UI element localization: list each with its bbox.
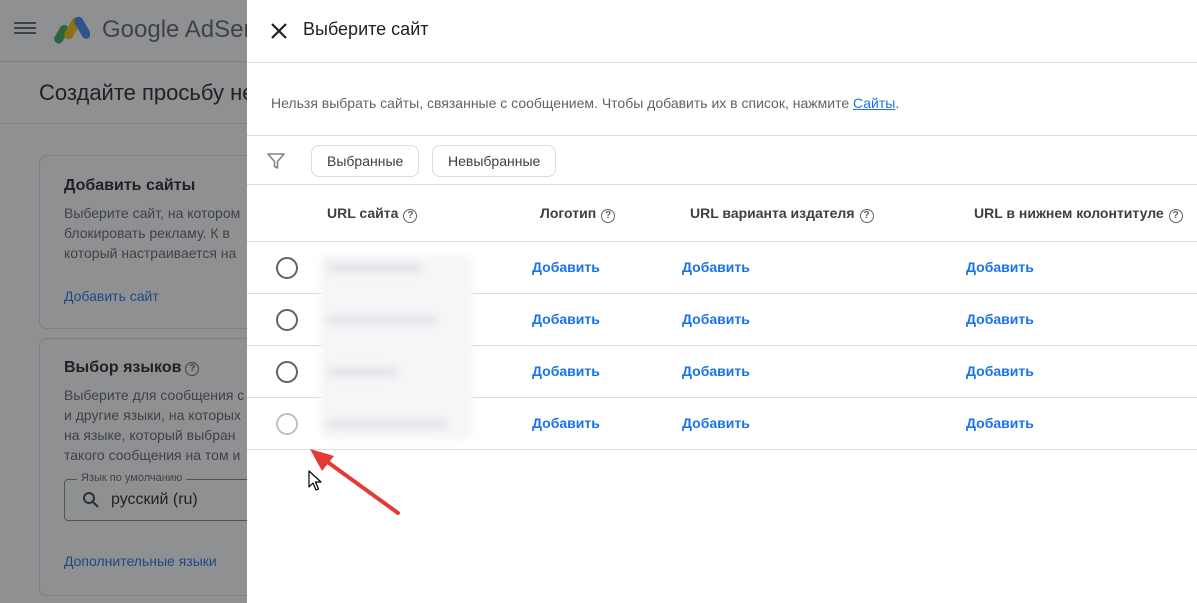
dialog-header: Выберите сайт	[247, 0, 1197, 63]
add-logo-link[interactable]: Добавить	[532, 415, 600, 431]
filter-selected-chip[interactable]: Выбранные	[311, 145, 420, 177]
redacted-url	[327, 316, 437, 324]
add-footer-url-link[interactable]: Добавить	[966, 311, 1034, 327]
filter-icon[interactable]	[266, 151, 286, 171]
add-variant-url-link[interactable]: Добавить	[682, 311, 750, 327]
row-radio-button[interactable]	[276, 309, 298, 331]
add-footer-url-link[interactable]: Добавить	[966, 259, 1034, 275]
table-header: URL сайта? Логотип? URL варианта издател…	[247, 185, 1197, 242]
dialog-note: Нельзя выбрать сайты, связанные с сообще…	[271, 95, 899, 111]
redacted-url	[327, 264, 422, 272]
dialog-title: Выберите сайт	[303, 19, 429, 39]
row-radio-button[interactable]	[276, 257, 298, 279]
redacted-urls	[321, 255, 472, 439]
help-icon[interactable]: ?	[859, 209, 874, 223]
note-text: Нельзя выбрать сайты, связанные с сообще…	[271, 95, 853, 111]
add-variant-url-link[interactable]: Добавить	[682, 259, 750, 275]
sites-link[interactable]: Сайты	[853, 95, 895, 111]
help-icon[interactable]: ?	[403, 209, 418, 223]
add-footer-url-link[interactable]: Добавить	[966, 363, 1034, 379]
add-logo-link[interactable]: Добавить	[532, 363, 600, 379]
row-radio-button[interactable]	[276, 361, 298, 383]
redacted-url	[327, 420, 447, 428]
column-header-url: URL сайта?	[327, 205, 418, 223]
filter-unselected-chip[interactable]: Невыбранные	[432, 145, 557, 177]
add-variant-url-link[interactable]: Добавить	[682, 415, 750, 431]
column-header-logo: Логотип?	[540, 205, 616, 223]
column-header-variant-url: URL варианта издателя?	[690, 205, 874, 223]
add-footer-url-link[interactable]: Добавить	[966, 415, 1034, 431]
note-end: .	[895, 95, 900, 111]
close-icon[interactable]	[269, 21, 289, 41]
column-header-footer-url: URL в нижнем колонтитуле?	[974, 205, 1183, 223]
filter-bar: Выбранные Невыбранные	[247, 135, 1197, 185]
add-logo-link[interactable]: Добавить	[532, 259, 600, 275]
add-logo-link[interactable]: Добавить	[532, 311, 600, 327]
add-variant-url-link[interactable]: Добавить	[682, 363, 750, 379]
annotation-arrow-icon	[310, 449, 400, 515]
redacted-url	[327, 368, 397, 376]
help-icon[interactable]: ?	[1168, 209, 1183, 223]
help-icon[interactable]: ?	[601, 209, 616, 223]
row-radio-button[interactable]	[276, 413, 298, 435]
